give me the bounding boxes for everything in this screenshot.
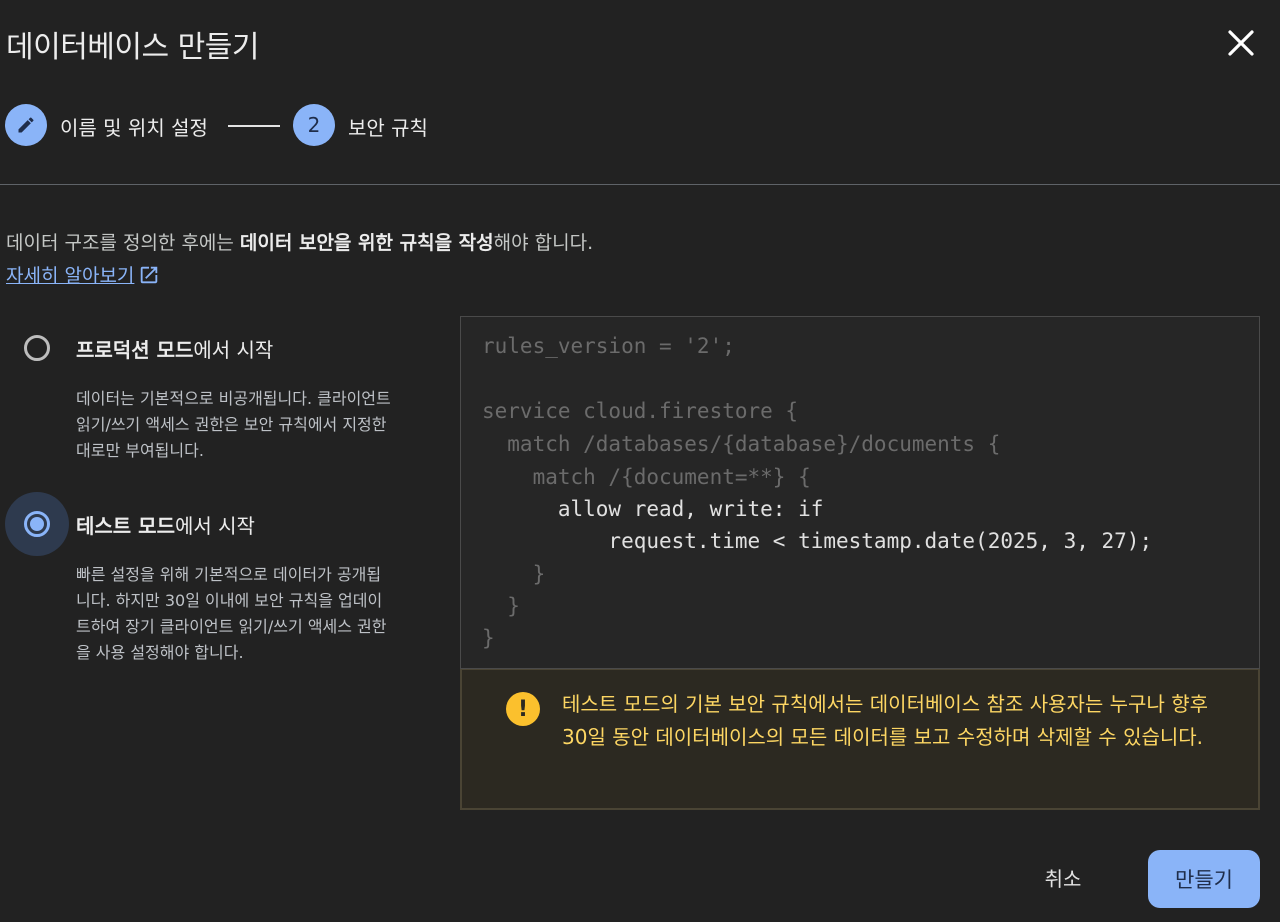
step1-label[interactable]: 이름 및 위치 설정 [60,112,208,141]
warning-banner: ! 테스트 모드의 기본 보안 규칙에서는 데이터베이스 참조 사용자는 누구나… [460,669,1260,810]
code-line: } [482,562,546,586]
radio-inner [30,517,44,531]
code-line: rules_version = '2'; [482,334,735,358]
production-mode-title[interactable]: 프로덕션 모드에서 시작 [76,334,273,363]
code-line: service cloud.firestore { [482,399,799,423]
cancel-button[interactable]: 취소 [1020,852,1106,902]
intro-text: 데이터 구조를 정의한 후에는 데이터 보안을 위한 규칙을 작성해야 합니다. [6,228,593,255]
radio-outer [24,511,50,537]
learn-more-label[interactable]: 자세히 알아보기 [6,261,134,288]
intro-part1: 데이터 구조를 정의한 후에는 [6,232,240,254]
code-line: match /databases/{database}/documents { [482,432,1001,456]
production-mode-radio[interactable] [5,316,69,380]
code-line: allow read, write: if [482,497,824,521]
code-line: match /{document=**} { [482,465,811,489]
production-title-bold: 프로덕션 모드 [76,338,194,362]
production-mode-desc: 데이터는 기본적으로 비공개됩니다. 클라이언트 읽기/쓰기 액세스 권한은 보… [76,389,391,460]
warning-text: 테스트 모드의 기본 보안 규칙에서는 데이터베이스 참조 사용자는 누구나 향… [562,692,1209,749]
step1-circle[interactable] [5,104,47,146]
test-mode-radio[interactable] [5,492,69,556]
radio-outer [24,335,50,361]
intro-part2: 해야 합니다. [493,232,594,254]
code-line: request.time < timestamp.date(2025, 3, 2… [482,529,1153,553]
step2-circle[interactable]: 2 [293,104,335,146]
intro-bold: 데이터 보안을 위한 규칙을 작성 [239,232,494,254]
test-title-bold: 테스트 모드 [76,514,175,538]
warning-icon: ! [506,692,540,726]
code-line: } [482,626,495,650]
test-mode-title[interactable]: 테스트 모드에서 시작 [76,510,255,539]
pencil-icon [18,117,34,133]
create-button[interactable]: 만들기 [1148,850,1260,908]
rules-code-block: rules_version = '2'; service cloud.fires… [460,316,1260,669]
dialog-title: 데이터베이스 만들기 [6,30,259,65]
learn-more-link[interactable]: 자세히 알아보기 [6,261,160,288]
open-in-new-icon [141,266,158,283]
close-button[interactable] [1222,24,1260,62]
close-icon[interactable] [1222,24,1260,62]
test-title-rest: 에서 시작 [174,514,255,538]
production-title-rest: 에서 시작 [193,338,274,362]
step2-label[interactable]: 보안 규칙 [348,112,428,141]
step-connector [228,125,280,127]
code-line: } [482,594,520,618]
test-mode-desc: 빠른 설정을 위해 기본적으로 데이터가 공개됩니다. 하지만 30일 이내에 … [76,565,387,662]
header-divider [0,184,1280,185]
